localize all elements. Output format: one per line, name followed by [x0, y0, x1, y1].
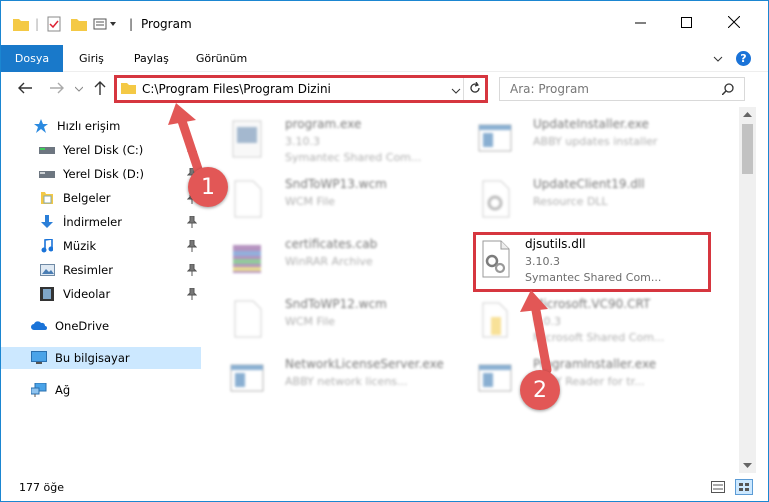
- annotation-arrows: [168, 103, 552, 375]
- arrow-1-shaft: [176, 113, 205, 180]
- arrow-1-head: [168, 103, 196, 125]
- annotation-badge-2: 2: [520, 370, 560, 410]
- arrow-2-head: [520, 290, 548, 312]
- arrow-2-shaft: [530, 300, 552, 375]
- annotation-badge-1: 1: [188, 167, 228, 207]
